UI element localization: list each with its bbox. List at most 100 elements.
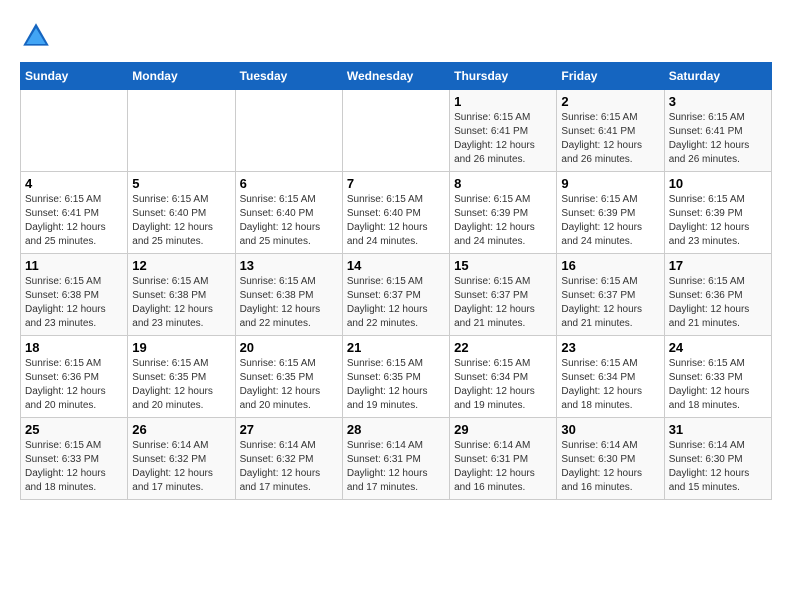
day-number: 22 <box>454 340 552 355</box>
logo <box>20 20 58 52</box>
day-info: Sunrise: 6:15 AM Sunset: 6:34 PM Dayligh… <box>454 357 552 413</box>
day-info: Sunrise: 6:14 AM Sunset: 6:32 PM Dayligh… <box>240 439 338 495</box>
logo-icon <box>20 20 52 52</box>
calendar-cell: 31 Sunrise: 6:14 AM Sunset: 6:30 PM Dayli… <box>664 418 771 500</box>
calendar-cell: 16 Sunrise: 6:15 AM Sunset: 6:37 PM Dayli… <box>557 254 664 336</box>
day-info: Sunrise: 6:15 AM Sunset: 6:39 PM Dayligh… <box>669 193 767 249</box>
calendar-cell <box>21 90 128 172</box>
calendar-cell: 28 Sunrise: 6:14 AM Sunset: 6:31 PM Dayli… <box>342 418 449 500</box>
day-info: Sunrise: 6:15 AM Sunset: 6:39 PM Dayligh… <box>454 193 552 249</box>
day-info: Sunrise: 6:15 AM Sunset: 6:37 PM Dayligh… <box>454 275 552 331</box>
day-info: Sunrise: 6:15 AM Sunset: 6:35 PM Dayligh… <box>240 357 338 413</box>
column-header-friday: Friday <box>557 63 664 90</box>
calendar-cell: 21Sunrise: 6:15 AM Sunset: 6:35 PM Dayli… <box>342 336 449 418</box>
day-number: 14 <box>347 258 445 273</box>
calendar-cell: 15 Sunrise: 6:15 AM Sunset: 6:37 PM Dayli… <box>450 254 557 336</box>
day-info: Sunrise: 6:14 AM Sunset: 6:31 PM Dayligh… <box>347 439 445 495</box>
calendar-cell: 20 Sunrise: 6:15 AM Sunset: 6:35 PM Dayli… <box>235 336 342 418</box>
day-info: Sunrise: 6:15 AM Sunset: 6:37 PM Dayligh… <box>347 275 445 331</box>
day-info: Sunrise: 6:15 AM Sunset: 6:35 PM Dayligh… <box>132 357 230 413</box>
day-number: 27 <box>240 422 338 437</box>
day-info: Sunrise: 6:15 AM Sunset: 6:33 PM Dayligh… <box>669 357 767 413</box>
calendar-cell: 2Sunrise: 6:15 AM Sunset: 6:41 PM Daylig… <box>557 90 664 172</box>
day-number: 11 <box>25 258 123 273</box>
day-number: 24 <box>669 340 767 355</box>
week-row-5: 25 Sunrise: 6:15 AM Sunset: 6:33 PM Dayli… <box>21 418 772 500</box>
calendar-cell: 10 Sunrise: 6:15 AM Sunset: 6:39 PM Dayli… <box>664 172 771 254</box>
day-number: 16 <box>561 258 659 273</box>
day-number: 2 <box>561 94 659 109</box>
calendar-cell: 26 Sunrise: 6:14 AM Sunset: 6:32 PM Dayli… <box>128 418 235 500</box>
calendar-cell: 3 Sunrise: 6:15 AM Sunset: 6:41 PM Daylig… <box>664 90 771 172</box>
calendar-cell: 22 Sunrise: 6:15 AM Sunset: 6:34 PM Dayli… <box>450 336 557 418</box>
day-info: Sunrise: 6:15 AM Sunset: 6:34 PM Dayligh… <box>561 357 659 413</box>
calendar-cell: 18Sunrise: 6:15 AM Sunset: 6:36 PM Dayli… <box>21 336 128 418</box>
day-number: 8 <box>454 176 552 191</box>
day-number: 15 <box>454 258 552 273</box>
day-info: Sunrise: 6:14 AM Sunset: 6:30 PM Dayligh… <box>561 439 659 495</box>
day-number: 9 <box>561 176 659 191</box>
calendar-cell: 23Sunrise: 6:15 AM Sunset: 6:34 PM Dayli… <box>557 336 664 418</box>
week-row-3: 11 Sunrise: 6:15 AM Sunset: 6:38 PM Dayli… <box>21 254 772 336</box>
day-info: Sunrise: 6:15 AM Sunset: 6:37 PM Dayligh… <box>561 275 659 331</box>
day-number: 6 <box>240 176 338 191</box>
day-info: Sunrise: 6:15 AM Sunset: 6:36 PM Dayligh… <box>669 275 767 331</box>
header-row: SundayMondayTuesdayWednesdayThursdayFrid… <box>21 63 772 90</box>
day-number: 3 <box>669 94 767 109</box>
day-info: Sunrise: 6:15 AM Sunset: 6:41 PM Dayligh… <box>25 193 123 249</box>
day-info: Sunrise: 6:15 AM Sunset: 6:38 PM Dayligh… <box>25 275 123 331</box>
column-header-sunday: Sunday <box>21 63 128 90</box>
day-number: 28 <box>347 422 445 437</box>
day-info: Sunrise: 6:15 AM Sunset: 6:40 PM Dayligh… <box>240 193 338 249</box>
calendar-cell: 27 Sunrise: 6:14 AM Sunset: 6:32 PM Dayli… <box>235 418 342 500</box>
calendar-cell: 8 Sunrise: 6:15 AM Sunset: 6:39 PM Daylig… <box>450 172 557 254</box>
day-info: Sunrise: 6:15 AM Sunset: 6:39 PM Dayligh… <box>561 193 659 249</box>
calendar-cell: 25 Sunrise: 6:15 AM Sunset: 6:33 PM Dayli… <box>21 418 128 500</box>
calendar-body: 1 Sunrise: 6:15 AM Sunset: 6:41 PM Daylig… <box>21 90 772 500</box>
calendar-cell: 19 Sunrise: 6:15 AM Sunset: 6:35 PM Dayli… <box>128 336 235 418</box>
day-number: 10 <box>669 176 767 191</box>
week-row-2: 4 Sunrise: 6:15 AM Sunset: 6:41 PM Daylig… <box>21 172 772 254</box>
day-number: 1 <box>454 94 552 109</box>
calendar-cell: 17Sunrise: 6:15 AM Sunset: 6:36 PM Dayli… <box>664 254 771 336</box>
day-number: 25 <box>25 422 123 437</box>
calendar-cell: 13Sunrise: 6:15 AM Sunset: 6:38 PM Dayli… <box>235 254 342 336</box>
day-number: 18 <box>25 340 123 355</box>
day-number: 20 <box>240 340 338 355</box>
column-header-saturday: Saturday <box>664 63 771 90</box>
calendar-cell: 7Sunrise: 6:15 AM Sunset: 6:40 PM Daylig… <box>342 172 449 254</box>
calendar-cell: 14 Sunrise: 6:15 AM Sunset: 6:37 PM Dayli… <box>342 254 449 336</box>
day-info: Sunrise: 6:15 AM Sunset: 6:40 PM Dayligh… <box>132 193 230 249</box>
calendar-cell: 1 Sunrise: 6:15 AM Sunset: 6:41 PM Daylig… <box>450 90 557 172</box>
day-number: 26 <box>132 422 230 437</box>
calendar-cell <box>128 90 235 172</box>
day-info: Sunrise: 6:15 AM Sunset: 6:41 PM Dayligh… <box>454 111 552 167</box>
day-number: 5 <box>132 176 230 191</box>
week-row-1: 1 Sunrise: 6:15 AM Sunset: 6:41 PM Daylig… <box>21 90 772 172</box>
calendar-cell <box>235 90 342 172</box>
day-number: 7 <box>347 176 445 191</box>
column-header-tuesday: Tuesday <box>235 63 342 90</box>
day-info: Sunrise: 6:15 AM Sunset: 6:41 PM Dayligh… <box>669 111 767 167</box>
day-info: Sunrise: 6:14 AM Sunset: 6:32 PM Dayligh… <box>132 439 230 495</box>
calendar-cell <box>342 90 449 172</box>
day-number: 21 <box>347 340 445 355</box>
calendar-cell: 9 Sunrise: 6:15 AM Sunset: 6:39 PM Daylig… <box>557 172 664 254</box>
day-info: Sunrise: 6:15 AM Sunset: 6:38 PM Dayligh… <box>240 275 338 331</box>
calendar-cell: 30 Sunrise: 6:14 AM Sunset: 6:30 PM Dayli… <box>557 418 664 500</box>
column-header-thursday: Thursday <box>450 63 557 90</box>
day-number: 30 <box>561 422 659 437</box>
calendar-cell: 29Sunrise: 6:14 AM Sunset: 6:31 PM Dayli… <box>450 418 557 500</box>
calendar-cell: 24 Sunrise: 6:15 AM Sunset: 6:33 PM Dayli… <box>664 336 771 418</box>
day-number: 19 <box>132 340 230 355</box>
calendar-table: SundayMondayTuesdayWednesdayThursdayFrid… <box>20 62 772 500</box>
page-header <box>20 20 772 52</box>
day-info: Sunrise: 6:14 AM Sunset: 6:30 PM Dayligh… <box>669 439 767 495</box>
day-info: Sunrise: 6:15 AM Sunset: 6:33 PM Dayligh… <box>25 439 123 495</box>
day-number: 4 <box>25 176 123 191</box>
day-number: 31 <box>669 422 767 437</box>
day-info: Sunrise: 6:15 AM Sunset: 6:38 PM Dayligh… <box>132 275 230 331</box>
calendar-cell: 4 Sunrise: 6:15 AM Sunset: 6:41 PM Daylig… <box>21 172 128 254</box>
day-number: 29 <box>454 422 552 437</box>
calendar-cell: 6 Sunrise: 6:15 AM Sunset: 6:40 PM Daylig… <box>235 172 342 254</box>
